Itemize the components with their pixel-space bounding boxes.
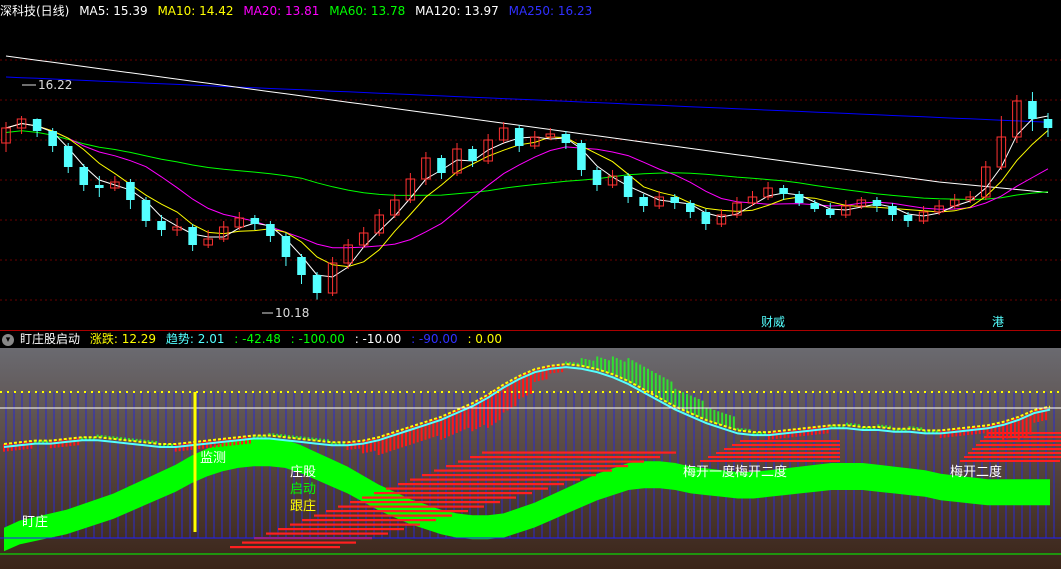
high-price-label: 16.22 [38,78,72,92]
event-label-caiwei[interactable]: 财威 [761,315,785,329]
ma120-line [5,55,1049,193]
candle-body [437,158,446,173]
candle-body [468,149,477,161]
red-stack-line [482,451,676,454]
candle-body [701,212,711,224]
label-jiance: 监测 [200,451,226,466]
low-price-label: 10.18 [275,306,309,320]
label-meikai-overlap: 梅开一度梅开二度 [683,464,787,480]
label-qidong: 启动 [290,482,316,497]
value-3: : -10.00 [354,332,402,346]
candle-body [779,188,788,194]
red-stack-line [314,514,452,517]
red-stack-line [338,505,484,508]
red-stack-line [410,478,580,481]
indicator-chart[interactable]: 盯庄 监测 庄股 启动 跟庄 梅开一度梅开二度 梅开二度 [0,348,1061,569]
moving-average-lines [5,55,1049,278]
red-stack-line [708,456,840,458]
candle-body [95,185,104,188]
candle-body [312,275,322,293]
candle-body [825,209,835,215]
chevron-down-icon[interactable]: ▾ [2,333,14,346]
candle-body [888,206,897,215]
red-stack-line [386,487,548,490]
red-stack-line [398,483,564,486]
value-2: : -100.00 [290,332,345,346]
red-stack-line [740,440,840,442]
red-stack-line [976,444,1061,446]
candle-body [1043,119,1053,128]
candle-body [297,257,306,275]
red-stack-line [350,501,500,504]
red-stack-line [446,465,628,468]
red-stack-line [374,492,532,495]
candle-body [670,197,680,203]
candle-body [157,221,166,230]
red-stack-line [434,469,612,472]
candle-body [592,170,602,185]
red-stack-line [972,448,1061,450]
candle-body [79,167,89,185]
candlestick-chart[interactable]: 16.22 10.18 财威 港 [0,0,1061,330]
red-stack-line [716,452,840,454]
indicator-header: ▾ 盯庄股启动 涨跌: 12.29 趋势: 2.01 : -42.48 : -10… [0,330,508,348]
candle-body [639,197,648,206]
candle-body [903,215,913,221]
red-stack-line [470,456,660,459]
red-stack-line [362,496,516,499]
zhangdie-value: 涨跌: 12.29 [89,332,157,346]
candle-body [810,203,819,209]
value-1: : -42.48 [234,332,281,346]
candle-body [281,236,291,257]
candle-body [48,131,57,146]
candle-body [872,200,882,206]
price-grid [0,59,1061,301]
candle-body [250,218,260,224]
candle-body [577,143,586,170]
red-stack-line [700,460,840,462]
event-label-gang[interactable]: 港 [992,315,1004,329]
candle-body [126,182,135,200]
indicator-title: 盯庄股启动 [20,332,81,346]
red-stack-line [980,440,1061,442]
label-dingzhuang: 盯庄 [22,514,48,530]
candle-body [141,200,151,221]
red-stack-line [242,541,356,544]
red-stack-line [732,444,840,446]
label-meikai-erdu: 梅开二度 [950,464,1002,480]
candle-body [623,176,633,197]
red-stack-line [422,474,596,477]
candle-body [266,224,275,236]
red-stack-line [290,523,420,526]
candle-body [188,227,197,245]
candle-body [1028,101,1037,119]
red-stack-line [960,460,1060,462]
value-4: : -90.00 [411,332,458,346]
red-stack-line [964,456,1061,458]
red-stack-line [302,519,436,522]
candle-body [514,128,524,146]
candle-body [686,203,695,212]
value-5: : 0.00 [467,332,503,346]
label-genzhuang: 跟庄 [290,498,316,514]
red-stack-line [266,532,388,535]
candle-body [794,194,804,203]
red-stack-line [230,546,340,549]
label-zhuanggu: 庄股 [290,464,316,480]
red-stack-line [326,510,468,513]
red-stack-line [278,528,404,531]
ma60-line [5,130,1049,201]
red-stack-line [458,460,644,463]
red-stack-line [724,448,840,450]
qushi-value: 趋势: 2.01 [165,332,225,346]
candle-body [63,146,73,167]
red-stack-line [968,452,1061,454]
candle-body [32,119,42,131]
candle-body [561,134,571,143]
